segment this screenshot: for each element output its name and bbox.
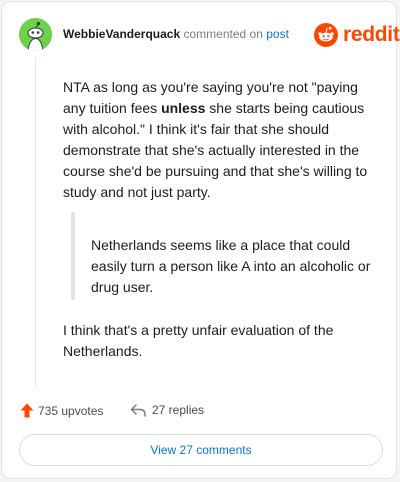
reddit-logo[interactable]: reddit xyxy=(314,23,400,47)
snoo-avatar-icon xyxy=(19,18,52,51)
blockquote: Netherlands seems like a place that coul… xyxy=(91,237,371,295)
upvotes-count: 735 upvotes xyxy=(38,403,104,418)
replies-button[interactable]: 27 replies xyxy=(130,403,204,417)
comment-paragraph-2: I think that's a pretty unfair evaluatio… xyxy=(63,322,334,359)
upvote-arrow-icon xyxy=(20,403,34,418)
avatar[interactable] xyxy=(19,18,52,51)
upvote-button[interactable]: 735 upvotes xyxy=(20,403,103,418)
action-text: commented on xyxy=(183,27,263,41)
bold-emphasis: unless xyxy=(161,100,206,116)
thread-line[interactable] xyxy=(35,57,36,387)
username[interactable]: WebbieVanderquack xyxy=(63,27,180,41)
comment-card: WebbieVanderquack commented on post redd… xyxy=(1,1,400,479)
view-comments-button[interactable]: View 27 comments xyxy=(19,434,383,466)
reddit-alien-icon xyxy=(314,23,338,47)
blockquote-bar xyxy=(71,212,75,300)
replies-count: 27 replies xyxy=(152,403,205,417)
comment-paragraph-1: NTA as long as you're saying you're not … xyxy=(63,77,383,203)
comment-header: WebbieVanderquack commented on post xyxy=(63,27,289,41)
post-link[interactable]: post xyxy=(266,27,289,41)
reply-icon xyxy=(130,403,146,417)
reddit-wordmark: reddit xyxy=(343,23,400,46)
